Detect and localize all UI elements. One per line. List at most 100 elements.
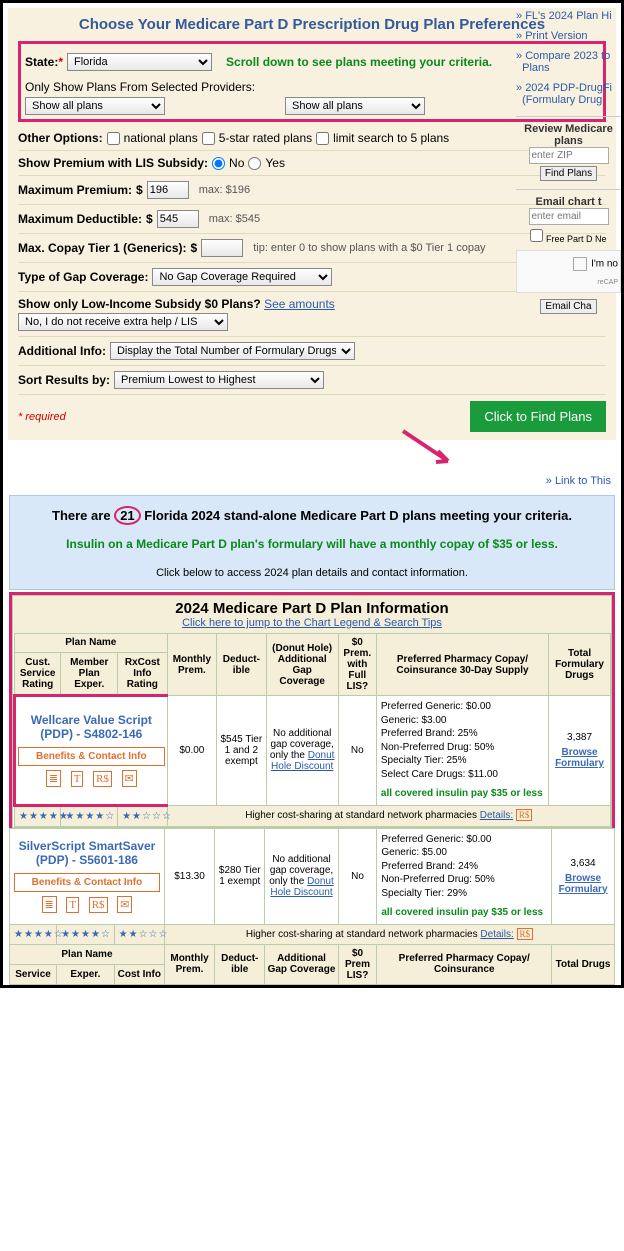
gap-coverage-select[interactable]: No Gap Coverage Required: [152, 268, 332, 286]
sidebar-link-plan-highlights[interactable]: » FL's 2024 Plan Hi: [516, 8, 621, 24]
state-label: State:*: [25, 55, 63, 69]
lis-yes-radio[interactable]: [248, 157, 261, 170]
table-row-footer-head: Plan Name Monthly Prem. Deduct-ible Addi…: [10, 944, 615, 964]
legend-link[interactable]: Click here to jump to the Chart Legend &…: [17, 617, 607, 629]
table-row: SilverScript SmartSaver (PDP) - S5601-18…: [10, 828, 615, 924]
provider-a-select[interactable]: Show all plans: [25, 97, 165, 115]
mail-icon[interactable]: ✉: [117, 896, 132, 913]
drugs-cell: 3,634Browse Formulary: [552, 828, 615, 924]
th-cust-rating: Cust. Service Rating: [15, 652, 61, 695]
drugs-cell: 3,387Browse Formulary: [549, 696, 611, 806]
lis0-label: Show only Low-Income Subsidy $0 Plans?: [18, 297, 261, 311]
copay-tip: tip: enter 0 to show plans with a $0 Tie…: [253, 242, 485, 254]
rx-cost-icon[interactable]: R$: [517, 928, 534, 940]
deductible-cell: $545 Tier 1 and 2 exempt: [217, 696, 266, 806]
email-chart-heading: Email chart t: [516, 196, 621, 208]
details-link[interactable]: Details:: [480, 810, 513, 821]
th-pharmacy: Preferred Pharmacy Copay/ Coinsurance 30…: [376, 634, 548, 696]
gap-coverage-label: Type of Gap Coverage:: [18, 270, 148, 284]
mail-icon[interactable]: ✉: [122, 770, 137, 787]
doc-icon[interactable]: ≣: [46, 770, 61, 787]
sidebar: » FL's 2024 Plan Hi » Print Version » Co…: [516, 8, 621, 314]
th-plan-name: Plan Name: [15, 634, 168, 653]
zip-input[interactable]: [529, 147, 609, 164]
table-title: 2024 Medicare Part D Plan Information: [17, 600, 607, 617]
text-icon[interactable]: T: [66, 897, 79, 913]
browse-formulary-link[interactable]: Browse Formulary: [554, 873, 612, 895]
required-note: * required: [18, 411, 66, 423]
max-deductible-note: max: $545: [209, 213, 260, 225]
banner-instruction: Click below to access 2024 plan details …: [20, 567, 604, 579]
max-premium-input[interactable]: [147, 181, 189, 199]
sort-select[interactable]: Premium Lowest to Highest: [114, 371, 324, 389]
see-amounts-link[interactable]: See amounts: [264, 297, 335, 311]
recaptcha[interactable]: I'm noreCAP: [516, 250, 621, 293]
gap-cell: No additional gap coverage, only the Don…: [266, 696, 338, 806]
find-plans-button[interactable]: Click to Find Plans: [470, 401, 606, 432]
provider-b-select[interactable]: Show all plans: [285, 97, 425, 115]
th-gap: (Donut Hole)Additional Gap Coverage: [266, 634, 338, 696]
rx-cost-icon[interactable]: R$: [93, 771, 112, 787]
max-premium-note: max: $196: [199, 184, 250, 196]
newsletter-checkbox[interactable]: [530, 229, 543, 242]
benefits-button[interactable]: Benefits & Contact Info: [14, 873, 160, 892]
email-chart-button[interactable]: Email Cha: [540, 299, 596, 314]
pharmacy-cell: Preferred Generic: $0.00Generic: $3.00Pr…: [376, 696, 548, 806]
plan-count-circle: 21: [114, 506, 140, 525]
premium-cell: $0.00: [167, 696, 216, 806]
gap-cell: No additional gap coverage, only the Don…: [265, 828, 338, 924]
scroll-message: Scroll down to see plans meeting your cr…: [226, 55, 492, 69]
max-copay-input[interactable]: [201, 239, 243, 257]
text-icon[interactable]: T: [71, 771, 84, 787]
plans-table: Plan Name Monthly Prem. Deduct-ible (Don…: [13, 633, 611, 827]
national-plans-checkbox[interactable]: [107, 132, 120, 145]
premium-cell: $13.30: [164, 828, 214, 924]
plans-table-highlight: 2024 Medicare Part D Plan Information Cl…: [9, 592, 615, 828]
plan-name-link[interactable]: Wellcare Value Script (PDP) - S4802-146: [18, 713, 165, 741]
link-to-this[interactable]: » Link to This: [3, 440, 621, 493]
sort-label: Sort Results by:: [18, 373, 110, 387]
zero-prem-cell: No: [338, 828, 377, 924]
sidebar-link-compare[interactable]: » Compare 2023 to Plans: [516, 48, 621, 76]
th-rxcost-rating: RxCost Info Rating: [118, 652, 168, 695]
details-link[interactable]: Details:: [480, 929, 513, 940]
max-premium-label: Maximum Premium:: [18, 183, 132, 197]
insulin-notice: Insulin on a Medicare Part D plan's form…: [20, 537, 604, 551]
rx-cost-icon[interactable]: R$: [89, 897, 108, 913]
table-row-details: ★★★★☆ ★★★★☆ ★★☆☆☆ Higher cost-sharing at…: [10, 924, 615, 944]
stars-rxcost: ★★☆☆☆: [118, 805, 168, 826]
find-plans-side-button[interactable]: Find Plans: [540, 166, 597, 181]
th-total-drugs: Total Formulary Drugs: [549, 634, 611, 696]
deductible-cell: $280 Tier 1 exempt: [215, 828, 265, 924]
providers-label: Only Show Plans From Selected Providers:: [25, 80, 599, 94]
th-zero-prem: $0 Prem. with Full LIS?: [338, 634, 376, 696]
review-plans-heading: Review Medicareplans: [516, 123, 621, 147]
lis-subsidy-label: Show Premium with LIS Subsidy:: [18, 156, 208, 170]
table-row: Wellcare Value Script (PDP) - S4802-146 …: [15, 696, 611, 806]
stars-member: ★★★★☆: [61, 805, 118, 826]
lis0-select[interactable]: No, I do not receive extra help / LIS: [18, 313, 228, 331]
benefits-button[interactable]: Benefits & Contact Info: [18, 747, 165, 766]
lis-no-radio[interactable]: [212, 157, 225, 170]
max-copay-label: Max. Copay Tier 1 (Generics):: [18, 241, 187, 255]
state-select[interactable]: Florida: [67, 53, 212, 71]
plans-table-cont: SilverScript SmartSaver (PDP) - S5601-18…: [9, 828, 615, 985]
limit-5-checkbox[interactable]: [316, 132, 329, 145]
pharmacy-cell: Preferred Generic: $0.00Generic: $5.00Pr…: [377, 828, 552, 924]
th-member-exper: Member Plan Exper.: [61, 652, 118, 695]
plan-name-link[interactable]: SilverScript SmartSaver (PDP) - S5601-18…: [14, 839, 160, 867]
max-deductible-input[interactable]: [157, 210, 199, 228]
zero-prem-cell: No: [338, 696, 376, 806]
results-banner: There are 21 Florida 2024 stand-alone Me…: [9, 495, 615, 590]
sidebar-link-print[interactable]: » Print Version: [516, 28, 621, 44]
th-deductible: Deduct-ible: [217, 634, 266, 696]
email-input[interactable]: [529, 208, 609, 225]
sidebar-link-drugfinder[interactable]: » 2024 PDP-DrugFi (Formulary Drug: [516, 80, 621, 108]
rx-cost-icon[interactable]: R$: [516, 809, 533, 821]
browse-formulary-link[interactable]: Browse Formulary: [551, 747, 608, 769]
five-star-checkbox[interactable]: [202, 132, 215, 145]
additional-info-select[interactable]: Display the Total Number of Formulary Dr…: [110, 342, 355, 360]
max-deductible-label: Maximum Deductible:: [18, 212, 142, 226]
doc-icon[interactable]: ≣: [42, 896, 57, 913]
th-monthly: Monthly Prem.: [167, 634, 216, 696]
